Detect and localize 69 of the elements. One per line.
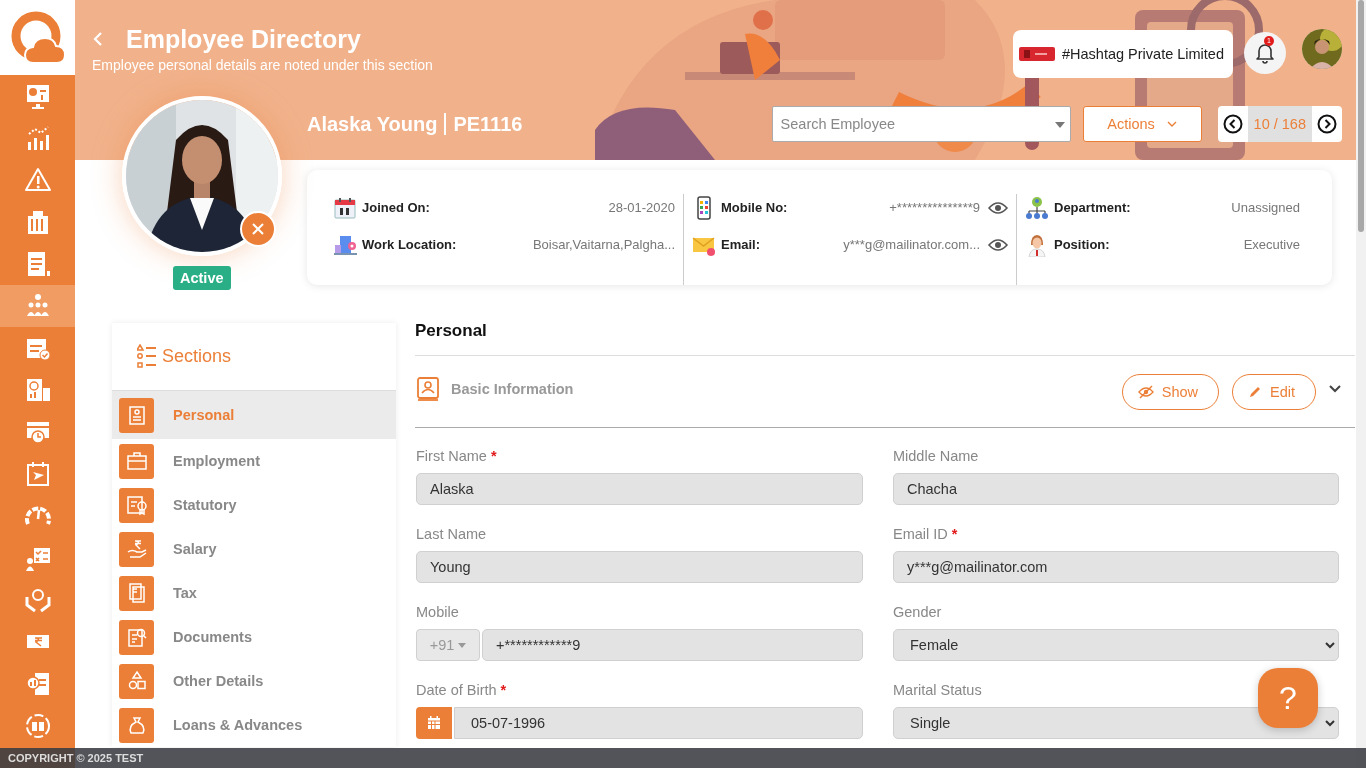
select-field[interactable]: Female <box>893 629 1339 661</box>
input-field[interactable]: y***g@mailinator.com <box>893 551 1339 583</box>
contact-book-icon <box>415 375 441 402</box>
field-label: Gender <box>893 604 942 622</box>
section-heading: Personal <box>415 323 1355 356</box>
chevron-down-icon <box>1329 384 1341 393</box>
certificate-icon <box>124 493 149 517</box>
detail-value: 28-01-2020 <box>607 200 675 215</box>
detail-label: Work Location: <box>362 237 457 252</box>
field-label: Marital Status <box>893 682 982 700</box>
field-label: Email ID <box>893 526 948 544</box>
detail-value: +***************9 <box>888 200 980 215</box>
person-icon <box>1025 232 1049 257</box>
field-label: Middle Name <box>893 448 979 466</box>
org-chart-icon <box>1025 195 1049 220</box>
required-mark: * <box>500 682 507 700</box>
detail-label: Email: <box>721 237 760 252</box>
required-mark: * <box>951 526 958 544</box>
input-field[interactable]: +************9 <box>482 629 863 661</box>
eye-slash-icon <box>1137 384 1154 399</box>
field-label: Mobile <box>416 604 459 622</box>
help-button[interactable]: ? <box>1258 668 1318 728</box>
status-badge: Active <box>173 266 231 290</box>
section-item[interactable]: Documents <box>112 615 396 659</box>
collapse-button[interactable] <box>1329 384 1341 393</box>
show-button[interactable]: Show <box>1121 373 1219 410</box>
eye-icon <box>988 237 1008 252</box>
detail-value: y***g@mailinator.com... <box>842 237 980 252</box>
calendar-icon <box>333 195 357 220</box>
warning-icon <box>23 166 52 194</box>
section-item[interactable]: Tax <box>112 571 396 615</box>
caret-down-icon <box>458 642 467 648</box>
list-icon <box>137 343 157 370</box>
field-label: First Name <box>416 448 487 466</box>
input-field[interactable]: Chacha <box>893 473 1339 505</box>
detail-value: Unassigned <box>1230 200 1300 215</box>
detail-label: Department: <box>1054 200 1131 215</box>
detail-label: Mobile No: <box>721 200 788 215</box>
book-cycle-icon <box>23 712 52 740</box>
detail-label: Position: <box>1054 237 1110 252</box>
sidebar-item[interactable] <box>0 285 75 327</box>
close-icon <box>252 223 264 235</box>
section-item[interactable]: Employment <box>112 439 396 483</box>
section-item[interactable]: Personal <box>112 391 396 439</box>
scrollbar[interactable] <box>1358 0 1364 232</box>
calendar-button[interactable] <box>416 707 452 739</box>
section-item[interactable]: Loans & Advances <box>112 703 396 747</box>
section-item[interactable]: Salary <box>112 527 396 571</box>
edit-button[interactable]: Edit <box>1232 373 1316 410</box>
input-field[interactable]: Alaska <box>416 473 863 505</box>
group-title: Basic Information <box>451 380 574 397</box>
section-item[interactable]: Other Details <box>112 659 396 703</box>
footer-bar: COPYRIGHT © 2025 TEST <box>0 748 1366 768</box>
field-label: Last Name <box>416 526 487 544</box>
briefcase-icon <box>124 449 149 473</box>
detail-value: Executive <box>1242 237 1300 252</box>
eye-icon <box>988 200 1008 215</box>
input-field[interactable]: 05-07-1996 <box>454 707 863 739</box>
remove-photo-button[interactable] <box>240 211 276 247</box>
calendar-icon <box>427 716 441 730</box>
panel-title: Sections <box>162 346 232 367</box>
field-label: Date of Birth <box>416 682 497 700</box>
detail-value: Boisar,Vaitarna,Palgha... <box>531 237 675 252</box>
pencil-icon <box>1248 384 1262 399</box>
required-mark: * <box>490 448 497 466</box>
input-field[interactable]: Young <box>416 551 863 583</box>
detail-label: Joined On: <box>362 200 430 215</box>
country-code-select[interactable]: +91 <box>416 629 480 661</box>
section-item[interactable]: Statutory <box>112 483 396 527</box>
